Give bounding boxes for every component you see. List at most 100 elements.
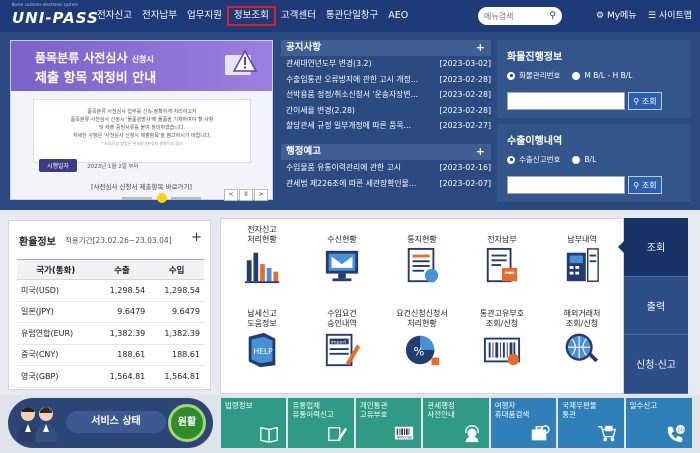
- admin-notice-header: 행정예고 +: [281, 144, 491, 160]
- quick-link[interactable]: 법령정보: [221, 398, 287, 448]
- nav-item[interactable]: 전자납부: [137, 6, 182, 26]
- export-radio-group: 수출신고번호 B/L: [507, 154, 608, 165]
- service-item-label: 전자신고 처리현황: [227, 223, 297, 245]
- currency-cell: 일본(JPY): [17, 301, 95, 323]
- banner-header: 품목분류 사전심사 신청시 제출 항목 재정비 안내: [11, 41, 272, 91]
- board-row[interactable]: 수출입통관 오류방지에 관한 고시 개정... [2023-02-28]: [281, 72, 491, 88]
- nav-item[interactable]: AEO: [383, 6, 413, 26]
- notice-banner[interactable]: 품목분류 사전심사 신청시 제출 항목 재정비 안내 품목분류 사전심사 업무를…: [10, 40, 273, 203]
- rates-row: 중국(CNY) 188.61 188.61: [17, 344, 204, 366]
- cargo-search-button[interactable]: ⚲ 조회: [628, 92, 662, 110]
- nav-item[interactable]: 정보조회: [226, 6, 276, 26]
- quick-link[interactable]: 국제우편물 통관: [558, 398, 624, 448]
- board-row[interactable]: 관세대연년도부 변경(3.2) [2023-03-02]: [281, 56, 491, 72]
- service-item[interactable]: 통관고유부호 조회/신청: [467, 307, 537, 372]
- cargo-radio-2[interactable]: [572, 71, 581, 80]
- board-row-title: 관세대연년도부 변경(3.2): [286, 59, 372, 68]
- rate-cell: 1,382.39: [149, 322, 204, 345]
- my-menu-link[interactable]: ⚙ My메뉴: [596, 8, 637, 21]
- unipass-logo[interactable]: UNI-PASS: [12, 9, 99, 27]
- board-row[interactable]: 선박용품 정정/취소신청서 '운송자장변... [2023-02-28]: [281, 87, 491, 103]
- tab-inquiry[interactable]: 조회: [618, 218, 688, 277]
- service-item[interactable]: 수신현황: [307, 223, 377, 288]
- admin-notice-more-button[interactable]: +: [476, 144, 485, 160]
- currency-cell: 중국(CNY): [17, 344, 95, 366]
- menu-search-input[interactable]: [484, 11, 544, 21]
- quick-link[interactable]: 여행자 휴대품검색: [490, 398, 557, 448]
- nav-item[interactable]: 전자신고: [92, 6, 137, 26]
- quick-link[interactable]: 개인통관 고유부호 BARCODE: [355, 398, 422, 448]
- quick-link-label: 법령정보: [225, 401, 253, 410]
- banner-body-line: 및 제출 증빙서류를 붙여 정비하였습니다.: [98, 125, 186, 131]
- service-item[interactable]: 수입요건 승인내역 import: [307, 307, 377, 372]
- pause-slide-button[interactable]: II: [239, 189, 253, 201]
- board-row[interactable]: 간이세율 변경(2.28) [2023-02-28]: [281, 103, 491, 119]
- service-item[interactable]: 납부내역: [547, 223, 617, 288]
- receipt-icon: [566, 248, 599, 282]
- next-slide-button[interactable]: >: [254, 189, 268, 201]
- service-item-label: 전자납부: [467, 223, 537, 245]
- nav-item[interactable]: 업무지원: [182, 6, 227, 26]
- quick-link[interactable]: 밀수신고 24h: [625, 398, 693, 448]
- quick-link[interactable]: 유통업체 유통이력신고: [288, 398, 354, 448]
- sitemap-link[interactable]: ☰ 사이트맵: [648, 8, 692, 21]
- service-item[interactable]: 요건신청신청서 처리현황%: [387, 307, 457, 372]
- quick-link-label: 여행자 휴대품검색: [494, 401, 530, 419]
- board-row-date: [2023-02-07]: [439, 178, 491, 188]
- service-item[interactable]: 해외거래처 조회/신청: [547, 307, 617, 372]
- svg-text:HELP: HELP: [253, 347, 273, 356]
- service-item[interactable]: 전자납부: [467, 223, 537, 288]
- prev-slide-button[interactable]: <: [224, 189, 238, 201]
- svg-text:import: import: [331, 339, 347, 345]
- board-row[interactable]: 수입물품 유통이력관리에 관한 고시 [2023-02-16]: [281, 160, 491, 176]
- slide-indicator-active[interactable]: [157, 193, 167, 203]
- document-pay-icon: [486, 247, 518, 283]
- board-row-title: 관세법 제226조에 따른 세관장확인물...: [286, 178, 417, 188]
- service-item-text: 통지현황: [407, 235, 437, 244]
- sitemap-label: 사이트맵: [658, 11, 693, 21]
- admin-notice-board: 행정예고 + 수입물품 유통이력관리에 관한 고시 [2023-02-16] 관세법…: [281, 144, 491, 191]
- export-number-input[interactable]: [507, 176, 625, 194]
- book-icon: [260, 426, 279, 443]
- export-option-label: B/L: [584, 155, 597, 164]
- export-radio-1[interactable]: [507, 155, 515, 164]
- svg-text:%: %: [413, 345, 424, 359]
- banner-title-1: 품목분류 사전심사 신청시: [35, 51, 154, 65]
- nav-item[interactable]: 통관단일창구: [321, 6, 383, 26]
- service-item[interactable]: 전자신고 처리현황: [227, 223, 297, 288]
- rate-cell: 1,298.54: [149, 279, 204, 302]
- exchange-rate-panel: 환율정보 적용기간[23.02.26~23.03.04] + 국가(통화) 수출…: [8, 220, 211, 390]
- cargo-number-input[interactable]: [507, 92, 625, 110]
- quick-link[interactable]: 관세행정 사전안내: [423, 398, 489, 448]
- phone-24h-icon: 24h: [667, 424, 686, 443]
- people-icon: [17, 407, 57, 442]
- board-row[interactable]: 관세법 제226조에 따른 세관장확인물... [2023-02-07]: [281, 176, 491, 192]
- export-search-button[interactable]: ⚲ 조회: [628, 176, 662, 194]
- slide-indicator[interactable]: [122, 197, 152, 200]
- admin-notice-list: 수입물품 유통이력관리에 관한 고시 [2023-02-16] 관세법 제226조에…: [281, 160, 491, 191]
- service-item-label: 통관고유부호 조회/신청: [467, 307, 537, 329]
- service-item-label: 수입요건 승인내역: [307, 307, 377, 329]
- currency-cell: 영국(GBP): [17, 365, 95, 388]
- rate-cell: 188.61: [149, 344, 204, 366]
- banner-body-note: * 자료작성 방법은 관세평가분류원 홈페이지 참조: [101, 141, 183, 146]
- service-item[interactable]: 통지현황: [387, 223, 457, 288]
- rate-cell: 1,564.81: [94, 365, 150, 388]
- barcode-icon: BARCODE: [395, 426, 414, 440]
- tab-print[interactable]: 출력: [624, 277, 688, 336]
- rates-more-button[interactable]: +: [191, 230, 202, 245]
- notice-more-button[interactable]: +: [476, 40, 485, 56]
- board-row[interactable]: 할당관세 규정 일부개정에 따른 품목... [2023-02-27]: [281, 118, 491, 134]
- service-item[interactable]: 납세신고 도움정보 HELP: [227, 307, 297, 372]
- cargo-radio-1[interactable]: [507, 71, 515, 80]
- hero-section: 품목분류 사전심사 신청시 제출 항목 재정비 안내 품목분류 사전심사 업무를…: [0, 32, 700, 210]
- export-radio-2[interactable]: [572, 155, 581, 164]
- svg-text:BARCODE: BARCODE: [397, 436, 413, 440]
- hamburger-icon: ☰: [648, 11, 657, 21]
- nav-item[interactable]: 고객센터: [276, 6, 321, 26]
- slide-indicator[interactable]: [171, 197, 201, 200]
- tab-apply[interactable]: 신청·신고: [624, 335, 688, 394]
- search-icon[interactable]: ⚲: [549, 11, 556, 21]
- service-item-label: 수신현황: [307, 223, 377, 245]
- service-status-label: 서비스 상태: [66, 411, 166, 433]
